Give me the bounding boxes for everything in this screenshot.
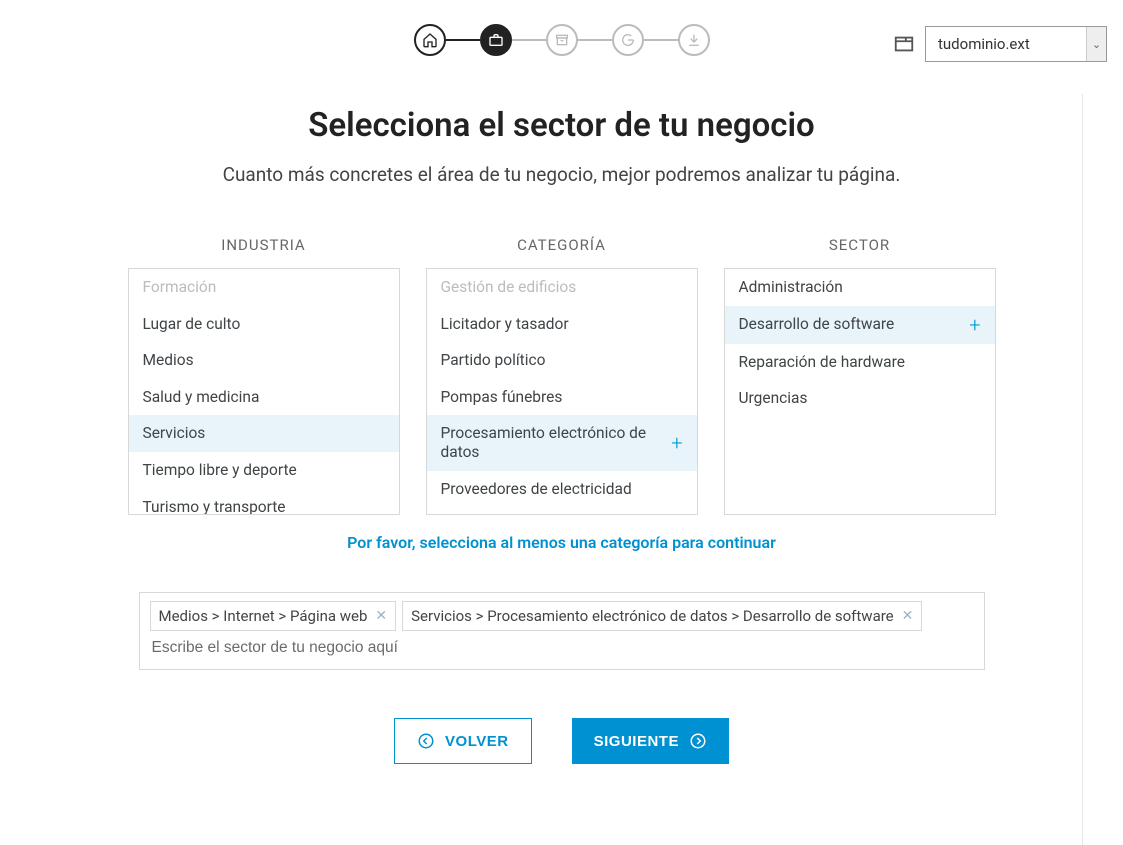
page-subtitle: Cuanto más concretes el área de tu negoc…	[63, 163, 1061, 186]
list-item[interactable]: Formación	[129, 269, 399, 306]
list-item[interactable]: Urgencias	[725, 380, 995, 417]
col-sector: SECTOR Administración Desarrollo de softw…	[724, 236, 996, 515]
next-button-label: SIGUIENTE	[594, 733, 679, 750]
col-head-industria: INDUSTRIA	[128, 236, 400, 254]
step-briefcase[interactable]	[480, 24, 512, 56]
list-item[interactable]: Administración	[725, 269, 995, 306]
list-item[interactable]: Pompas fúnebres	[427, 379, 697, 416]
list-item-label: Licitador y tasador	[441, 315, 569, 334]
col-head-categoria: CATEGORÍA	[426, 236, 698, 254]
close-icon[interactable]: ✕	[375, 608, 387, 624]
list-item-label: Medios	[143, 351, 194, 370]
list-item-label: Urgencias	[739, 389, 808, 408]
list-item[interactable]: Gestión de edificios	[427, 269, 697, 306]
listbox-categoria[interactable]: Gestión de edificios Licitador y tasador P…	[426, 268, 698, 515]
list-item[interactable]: Publicidad y RR.PP.	[427, 507, 697, 515]
list-item[interactable]: Procesamiento electrónico de datos+	[427, 415, 697, 470]
stepper	[414, 24, 710, 56]
list-item-label: Administración	[739, 278, 843, 297]
domain-area: tudominio.ext ⌄	[893, 26, 1107, 62]
list-item[interactable]: Partido político	[427, 342, 697, 379]
step-archive[interactable]	[546, 24, 578, 56]
list-item-label: Tiempo libre y deporte	[143, 461, 297, 480]
list-item[interactable]: Desarrollo de software +	[725, 306, 995, 344]
back-button-label: VOLVER	[445, 733, 509, 750]
step-download[interactable]	[678, 24, 710, 56]
topbar: tudominio.ext ⌄	[0, 0, 1123, 66]
back-button[interactable]: VOLVER	[394, 718, 532, 764]
chip-label: Servicios > Procesamiento electrónico de…	[411, 607, 894, 625]
domain-select[interactable]: tudominio.ext ⌄	[925, 26, 1107, 62]
window-icon	[893, 33, 915, 55]
list-item[interactable]: Licitador y tasador	[427, 306, 697, 343]
col-industria: INDUSTRIA Formación Lugar de culto Medios S…	[128, 236, 400, 515]
step-home[interactable]	[414, 24, 446, 56]
domain-value: tudominio.ext	[926, 35, 1086, 53]
list-item-label: Gestión de edificios	[441, 278, 577, 297]
next-button[interactable]: SIGUIENTE	[572, 718, 729, 764]
list-item-label: Servicios	[143, 424, 206, 443]
button-row: VOLVER SIGUIENTE	[63, 718, 1061, 764]
plus-icon[interactable]: +	[969, 315, 980, 335]
list-item[interactable]: Lugar de culto	[129, 306, 399, 343]
listbox-industria[interactable]: Formación Lugar de culto Medios Salud y med…	[128, 268, 400, 515]
list-item[interactable]: Tiempo libre y deporte	[129, 452, 399, 489]
page-title: Selecciona el sector de tu negocio	[63, 106, 1061, 145]
category-columns: INDUSTRIA Formación Lugar de culto Medios S…	[63, 236, 1061, 515]
list-item[interactable]: Servicios	[129, 415, 399, 452]
list-item[interactable]: Medios	[129, 342, 399, 379]
close-icon[interactable]: ✕	[902, 608, 914, 624]
chip-label: Medios > Internet > Página web	[159, 607, 368, 625]
list-item-label: Partido político	[441, 351, 546, 370]
chip: Medios > Internet > Página web ✕	[150, 601, 397, 631]
list-item-label: Lugar de culto	[143, 315, 241, 334]
listbox-sector[interactable]: Administración Desarrollo de software + Rep…	[724, 268, 996, 515]
step-google[interactable]	[612, 24, 644, 56]
plus-icon[interactable]: +	[671, 433, 682, 453]
chipbox: Medios > Internet > Página web ✕ Servicios…	[139, 592, 985, 670]
list-item[interactable]: Proveedores de electricidad	[427, 471, 697, 508]
list-item-label: Proveedores de electricidad	[441, 480, 632, 499]
col-categoria: CATEGORÍA Gestión de edificios Licitador …	[426, 236, 698, 515]
col-head-sector: SECTOR	[724, 236, 996, 254]
chevron-down-icon: ⌄	[1086, 27, 1106, 61]
list-item-label: Pompas fúnebres	[441, 388, 563, 407]
list-item-label: Desarrollo de software	[739, 315, 895, 334]
list-item-label: Turismo y transporte	[143, 498, 286, 515]
selection-hint: Por favor, selecciona al menos una categ…	[63, 533, 1061, 552]
sector-input[interactable]	[150, 631, 974, 659]
list-item-label: Salud y medicina	[143, 388, 260, 407]
list-item-label: Procesamiento electrónico de datos	[441, 424, 672, 461]
list-item-label: Reparación de hardware	[739, 353, 905, 372]
list-item[interactable]: Turismo y transporte	[129, 489, 399, 515]
list-item[interactable]: Reparación de hardware	[725, 344, 995, 381]
list-item[interactable]: Salud y medicina	[129, 379, 399, 416]
list-item-label: Formación	[143, 278, 217, 297]
chip: Servicios > Procesamiento electrónico de…	[402, 601, 922, 631]
